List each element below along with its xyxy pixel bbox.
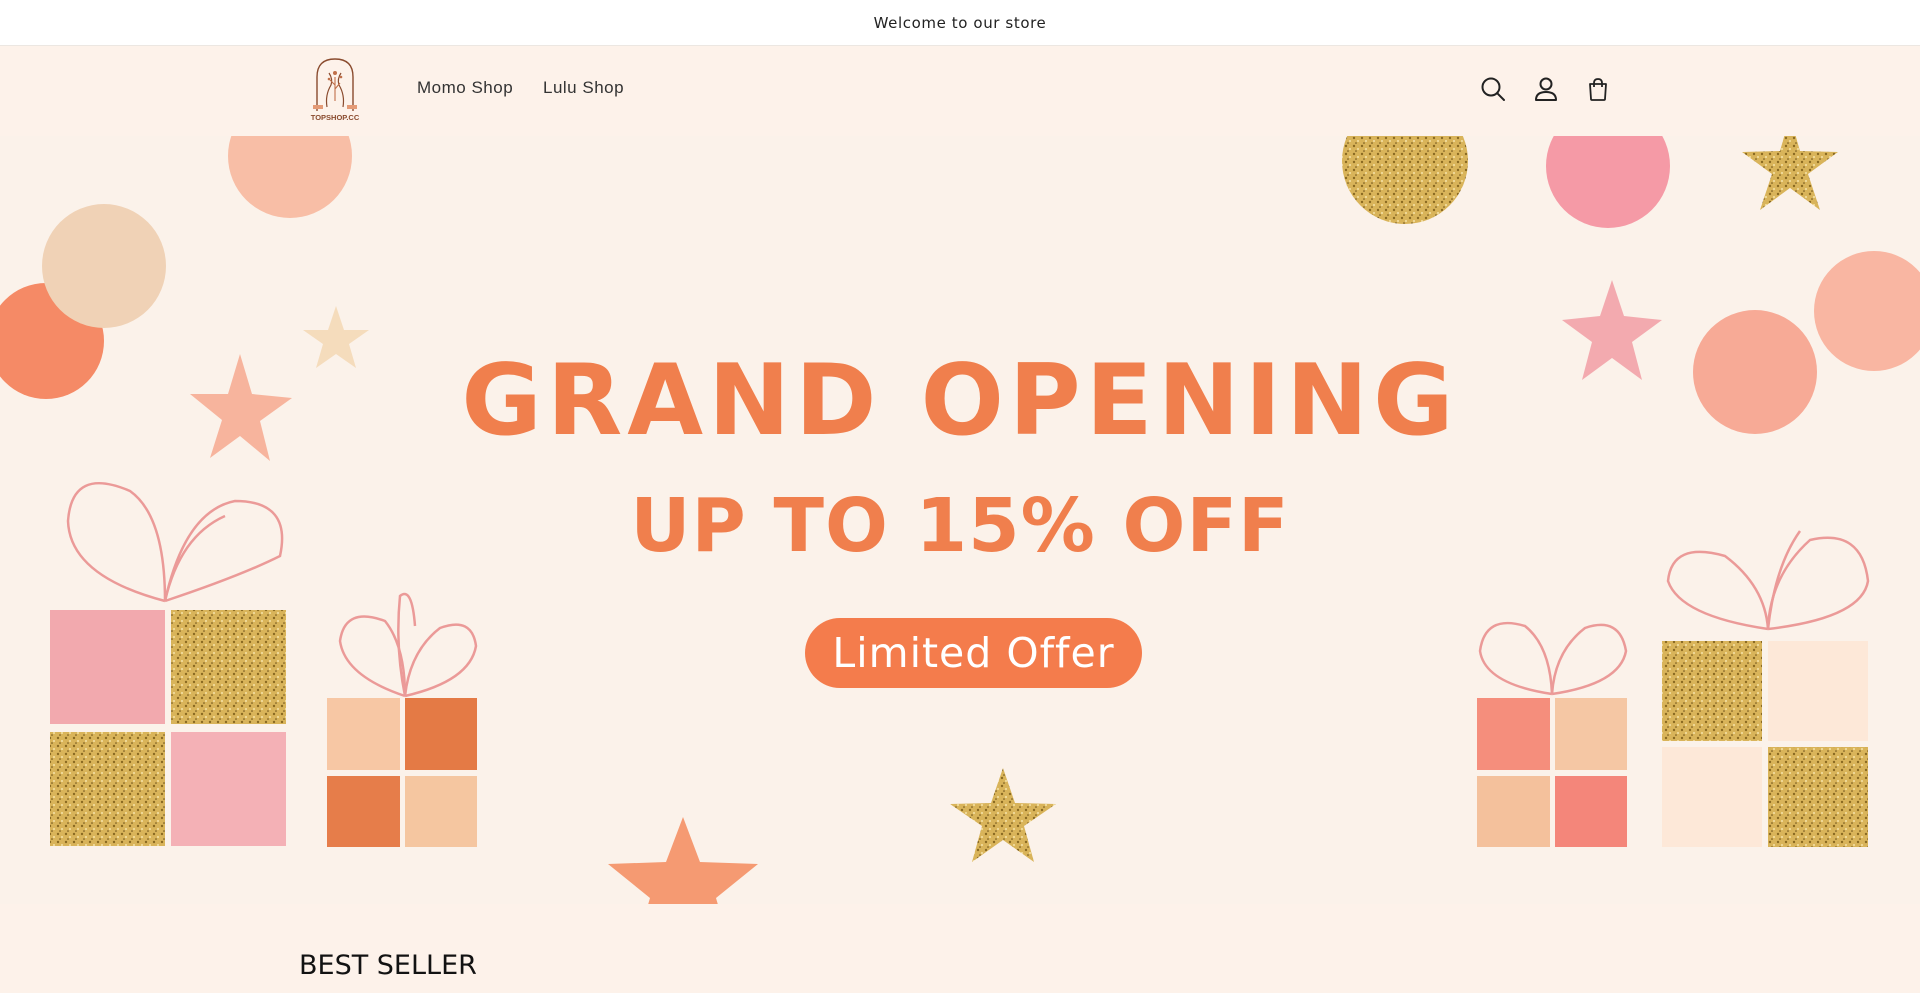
hero-subheadline: UP TO 15% OFF xyxy=(630,483,1290,569)
limited-offer-button[interactable]: Limited Offer xyxy=(805,618,1142,688)
decor-gift-small-right xyxy=(1477,621,1628,847)
decor-star xyxy=(1742,136,1838,210)
site-header: TOPSHOP.CC Momo Shop Lulu Shop xyxy=(0,46,1920,135)
store-logo[interactable]: TOPSHOP.CC xyxy=(305,55,365,125)
decor-star xyxy=(950,768,1056,862)
decor-circle xyxy=(1342,136,1468,224)
logo-text: TOPSHOP.CC xyxy=(311,113,360,122)
logo-mark-icon: TOPSHOP.CC xyxy=(311,58,360,122)
nav-lulu-shop[interactable]: Lulu Shop xyxy=(543,78,624,98)
hero-headline: GRAND OPENING xyxy=(461,344,1459,458)
hero-banner[interactable]: GRAND OPENING UP TO 15% OFF Limited Offe… xyxy=(0,136,1920,904)
announcement-text: Welcome to our store xyxy=(873,13,1047,32)
nav-momo-shop[interactable]: Momo Shop xyxy=(417,78,513,98)
announcement-bar: Welcome to our store xyxy=(0,0,1920,46)
account-icon[interactable] xyxy=(1531,74,1561,104)
best-seller-title: BEST SELLER xyxy=(299,950,477,981)
cart-icon[interactable] xyxy=(1583,74,1613,104)
decor-gift-right xyxy=(1662,530,1870,847)
decor-circle xyxy=(42,204,166,328)
decor-star xyxy=(608,817,758,904)
search-icon[interactable] xyxy=(1478,74,1508,104)
decor-circle xyxy=(1546,136,1670,228)
decor-circle xyxy=(228,136,352,218)
decor-gift-small-left xyxy=(327,592,478,847)
